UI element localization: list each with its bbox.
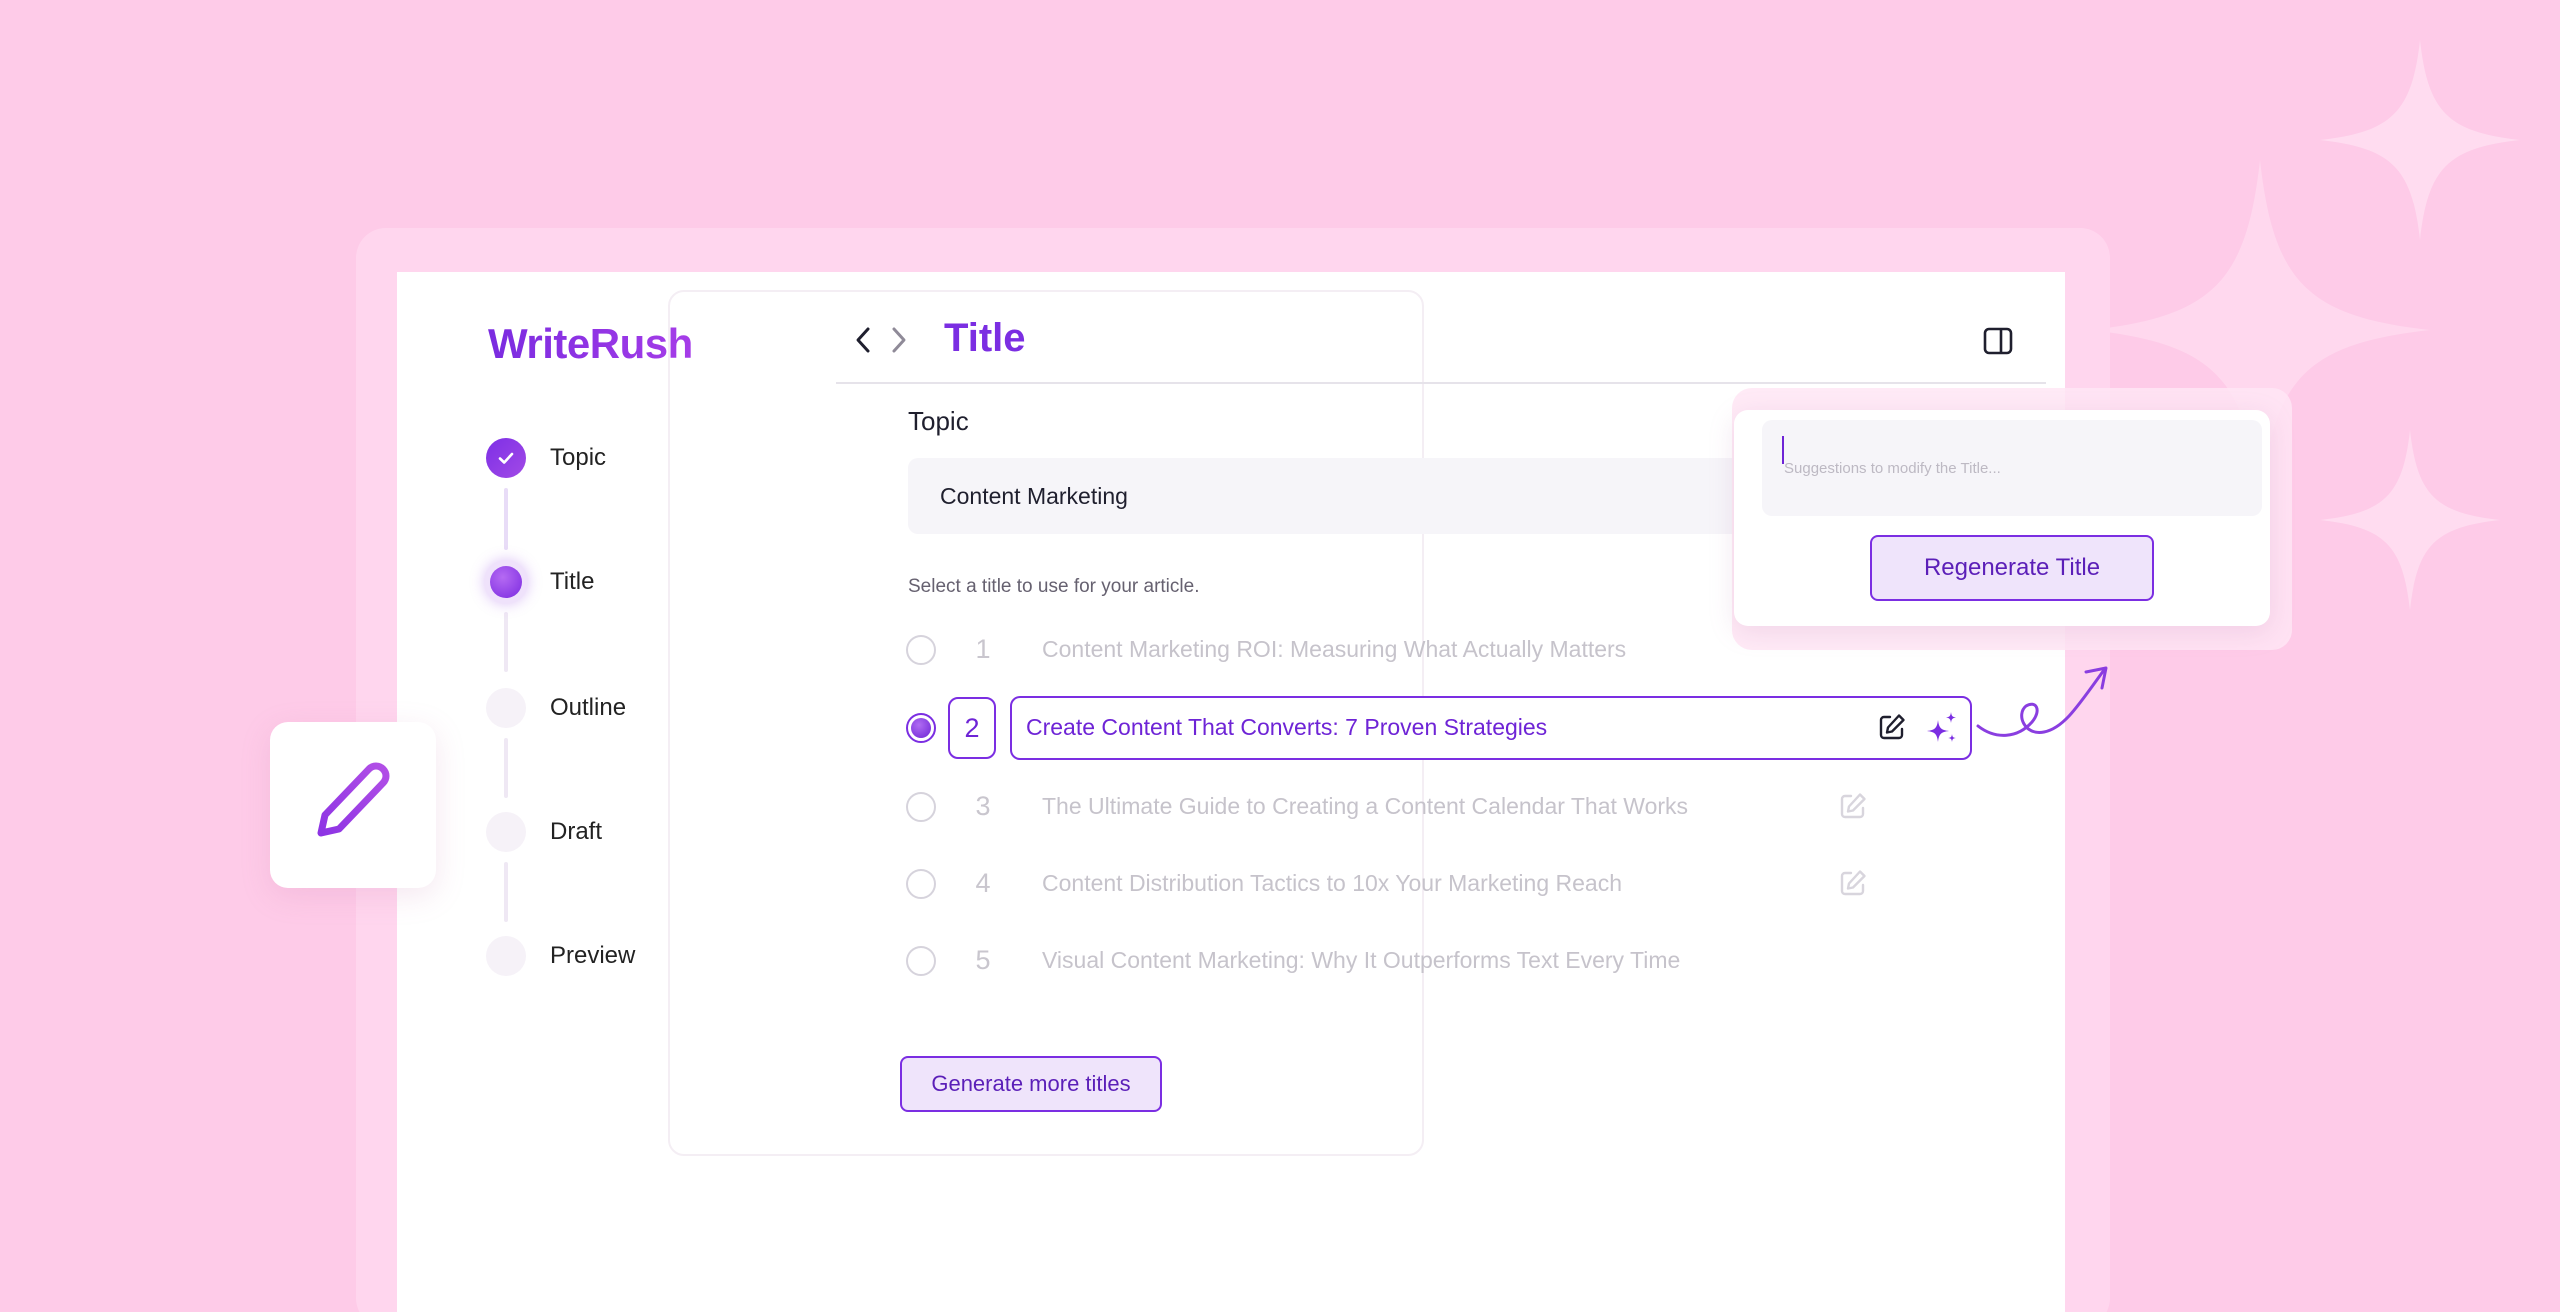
topic-value: Content Marketing [940,482,1128,509]
chevron-left-icon [856,327,870,353]
title-number: 1 [975,634,991,664]
step-label: Preview [550,942,636,969]
title-option[interactable]: 4 Content Distribution Tactics to 10x Yo… [906,868,1622,899]
page-title: Title [944,316,1026,360]
title-option[interactable]: 3 The Ultimate Guide to Creating a Conte… [906,791,1688,822]
step-connector [504,738,508,798]
title-number: 4 [975,868,991,898]
step-label: Outline [550,694,627,721]
step-outline[interactable]: Outline [486,688,626,728]
step-indicator [486,688,526,728]
regenerate-title-button[interactable]: Regenerate Title [1870,535,2154,601]
pen-card [270,722,436,888]
step-connector [504,488,508,550]
title-text: Visual Content Marketing: Why It Outperf… [1042,947,1681,973]
title-radio[interactable] [906,791,936,822]
edit-icon[interactable] [1838,868,1868,898]
step-label: Topic [550,444,607,471]
sparkles-icon[interactable] [1924,710,1960,746]
title-text: The Ultimate Guide to Creating a Content… [1042,793,1689,819]
title-option-selected[interactable]: 2 [906,697,996,759]
text-caret [1782,436,1784,464]
title-radio[interactable] [906,945,936,976]
forward-button[interactable] [884,322,914,358]
pen-icon [317,762,393,841]
topic-label: Topic [908,406,969,436]
title-option[interactable]: 1 Content Marketing ROI: Measuring What … [906,634,1626,665]
step-label: Title [550,568,595,595]
title-number: 3 [975,791,991,821]
edit-icon[interactable] [1877,712,1907,742]
sidebar-toggle-icon [1983,327,2013,355]
app-logo: WriteRush [488,320,693,367]
step-draft[interactable]: Draft [486,812,602,852]
step-indicator [486,812,526,852]
title-radio-checked[interactable] [906,713,936,743]
generate-more-titles-button[interactable]: Generate more titles [900,1056,1162,1112]
step-label: Draft [550,818,603,845]
step-preview[interactable]: Preview [486,936,635,976]
step-topic[interactable]: Topic [486,438,606,478]
step-indicator [486,936,526,976]
title-number: 2 [948,697,996,759]
sidebar-toggle-button[interactable] [1982,326,2014,356]
topic-field[interactable]: Content Marketing [908,458,1748,534]
helper-text: Select a title to use for your article. [908,576,1200,597]
title-option[interactable]: 5 Visual Content Marketing: Why It Outpe… [906,945,1680,976]
step-connector [504,862,508,922]
selected-title-text[interactable]: Create Content That Converts: 7 Proven S… [1026,714,1547,741]
swirl-arrow-icon [1976,666,2108,737]
title-text: Content Distribution Tactics to 10x Your… [1042,870,1622,896]
edit-icon[interactable] [1838,791,1868,821]
step-connector [504,612,508,672]
title-radio[interactable] [906,868,936,899]
title-suggestions-input[interactable] [1762,420,2262,516]
check-icon [486,438,526,478]
title-radio[interactable] [906,634,936,665]
back-button[interactable] [848,322,878,358]
chevron-right-icon [892,327,906,353]
title-number: 5 [975,945,991,975]
active-step-indicator [490,566,522,598]
step-title[interactable]: Title [486,562,594,602]
title-text: Content Marketing ROI: Measuring What Ac… [1042,636,1627,662]
sparkle-decoration [2320,430,2500,610]
header-divider [836,382,2046,384]
